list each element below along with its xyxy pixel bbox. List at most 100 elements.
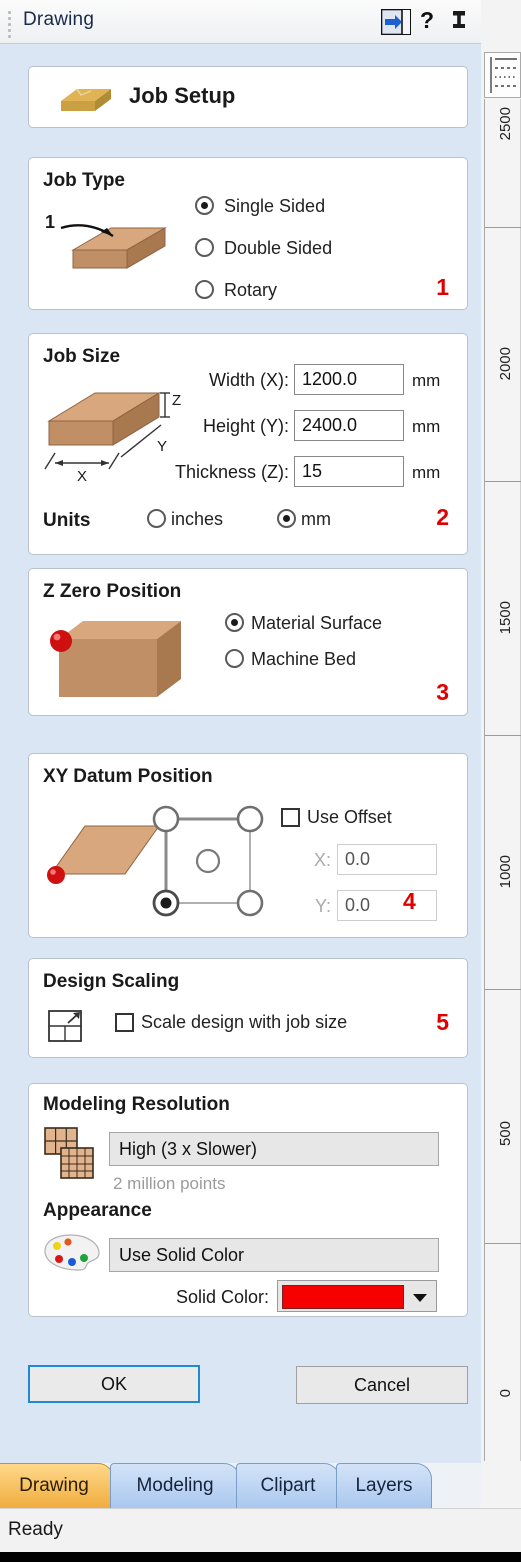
radio-material-surface-label: Material Surface [251, 613, 383, 633]
job-setup-block-icon [57, 81, 115, 117]
svg-text:1: 1 [45, 212, 55, 232]
scale-design-checkbox[interactable] [115, 1013, 134, 1032]
radio-machine-bed-label: Machine Bed [251, 649, 357, 669]
thickness-input[interactable]: 15 [294, 456, 404, 487]
svg-text:Y: Y [157, 438, 167, 455]
height-unit: mm [412, 417, 441, 436]
use-offset-checkbox[interactable] [281, 808, 300, 827]
step-marker-1: 1 [436, 274, 449, 300]
panel-titlebar: Drawing ? [0, 0, 481, 44]
ruler-label: 2500 [497, 107, 514, 141]
pin-icon[interactable] [449, 8, 469, 39]
design-scaling-group: Design Scaling Scale design with job siz… [28, 958, 468, 1058]
radio-double-sided[interactable] [195, 238, 214, 257]
ruler-label: 500 [497, 1121, 514, 1147]
ok-button[interactable]: OK [28, 1365, 200, 1403]
modeling-appearance-group: Modeling Resolution High (3 x Slower) 2 … [28, 1083, 468, 1317]
units-label: Units [43, 510, 91, 531]
step-marker-3: 3 [436, 679, 449, 705]
tab-drawing[interactable]: Drawing [0, 1463, 114, 1508]
vertical-ruler[interactable]: 2500 2000 1500 1000 500 0 [484, 99, 521, 1461]
solid-color-swatch [282, 1285, 404, 1309]
points-note: 2 million points [113, 1174, 226, 1193]
vertical-ruler-area: 2500 2000 1500 1000 500 0 [481, 0, 521, 1562]
radio-material-surface[interactable] [225, 613, 244, 632]
radio-double-sided-label: Double Sided [224, 238, 333, 258]
ruler-tick [485, 735, 521, 736]
step-marker-2: 2 [436, 504, 449, 530]
z-zero-title: Z Zero Position [43, 581, 182, 602]
ruler-label: 1000 [497, 855, 514, 889]
tab-layers[interactable]: Layers [336, 1463, 432, 1508]
modeling-resolution-title: Modeling Resolution [43, 1094, 230, 1115]
svg-text:Z: Z [172, 392, 181, 409]
appearance-title: Appearance [43, 1200, 152, 1221]
page-title: Job Setup [129, 83, 236, 108]
tab-modeling[interactable]: Modeling [110, 1463, 240, 1508]
job-size-group: Job Size Z Y X Width (X): 1200.0 mm Heig… [28, 333, 468, 555]
xy-datum-group: XY Datum Position Use Offset X: 0.0 Y: 0… [28, 753, 468, 938]
help-icon[interactable]: ? [418, 7, 436, 34]
solid-color-label: Solid Color: [175, 1287, 269, 1307]
ruler-label: 0 [497, 1389, 514, 1398]
radio-rotary[interactable] [195, 280, 214, 299]
offset-y-input[interactable]: 0.0 [337, 890, 437, 921]
ruler-label: 1500 [497, 601, 514, 635]
radio-rotary-label: Rotary [224, 280, 278, 300]
drawing-dock-panel: Drawing ? Job Setup Job Type 1 Single Si… [0, 0, 481, 1562]
ruler-tick [485, 481, 521, 482]
panel-drag-grip[interactable] [8, 11, 13, 38]
offset-y-label: Y: [314, 896, 331, 916]
panel-tab-strip: Drawing Modeling Clipart Layers [0, 1463, 481, 1508]
use-offset-label: Use Offset [307, 807, 392, 827]
step-marker-4: 4 [403, 888, 416, 914]
job-type-title: Job Type [43, 170, 125, 191]
thickness-unit: mm [412, 463, 441, 482]
ruler-tick [485, 989, 521, 990]
bottom-edge-strip [0, 1552, 521, 1562]
appearance-select[interactable]: Use Solid Color [109, 1238, 439, 1272]
radio-machine-bed[interactable] [225, 649, 244, 668]
auto-hide-icon[interactable] [380, 8, 412, 36]
modeling-resolution-select[interactable]: High (3 x Slower) [109, 1132, 439, 1166]
cancel-button[interactable]: Cancel [296, 1366, 468, 1404]
job-type-group: Job Type 1 Single Sided Double Sided Rot… [28, 157, 468, 310]
z-zero-group: Z Zero Position Material Surface Machine… [28, 568, 468, 716]
xy-datum-title: XY Datum Position [43, 766, 213, 787]
status-text: Ready [8, 1519, 63, 1540]
job-setup-header: Job Setup [28, 66, 468, 128]
ruler-tick [485, 1243, 521, 1244]
dropdown-arrow-icon [413, 1294, 427, 1302]
solid-color-picker[interactable] [277, 1280, 437, 1312]
z-zero-illustration [49, 613, 189, 705]
width-input[interactable]: 1200.0 [294, 364, 404, 395]
scale-design-label: Scale design with job size [141, 1012, 348, 1032]
width-label: Width (X): [208, 370, 289, 390]
xy-datum-selector[interactable] [144, 802, 274, 922]
modeling-resolution-icon [43, 1126, 99, 1182]
offset-x-input[interactable]: 0.0 [337, 844, 437, 875]
ruler-label: 2000 [497, 347, 514, 381]
radio-units-mm[interactable] [277, 509, 296, 528]
height-label: Height (Y): [202, 416, 289, 436]
thickness-label: Thickness (Z): [174, 462, 289, 482]
ruler-corner-box [484, 52, 521, 98]
appearance-palette-icon [43, 1232, 101, 1272]
radio-units-mm-label: mm [301, 509, 331, 529]
status-bar: Ready [0, 1508, 521, 1552]
radio-units-inches[interactable] [147, 509, 166, 528]
job-size-title: Job Size [43, 346, 121, 367]
tab-clipart[interactable]: Clipart [236, 1463, 340, 1508]
height-input[interactable]: 2400.0 [294, 410, 404, 441]
svg-text:X: X [77, 468, 87, 485]
scale-design-icon [47, 1007, 87, 1045]
radio-single-sided-label: Single Sided [224, 196, 326, 216]
job-type-illustration: 1 [43, 206, 173, 288]
offset-x-label: X: [313, 850, 331, 870]
radio-units-inches-label: inches [171, 509, 224, 529]
design-scaling-title: Design Scaling [43, 971, 180, 992]
width-unit: mm [412, 371, 441, 390]
step-marker-5: 5 [436, 1009, 449, 1035]
panel-title: Drawing [23, 9, 95, 30]
radio-single-sided[interactable] [195, 196, 214, 215]
